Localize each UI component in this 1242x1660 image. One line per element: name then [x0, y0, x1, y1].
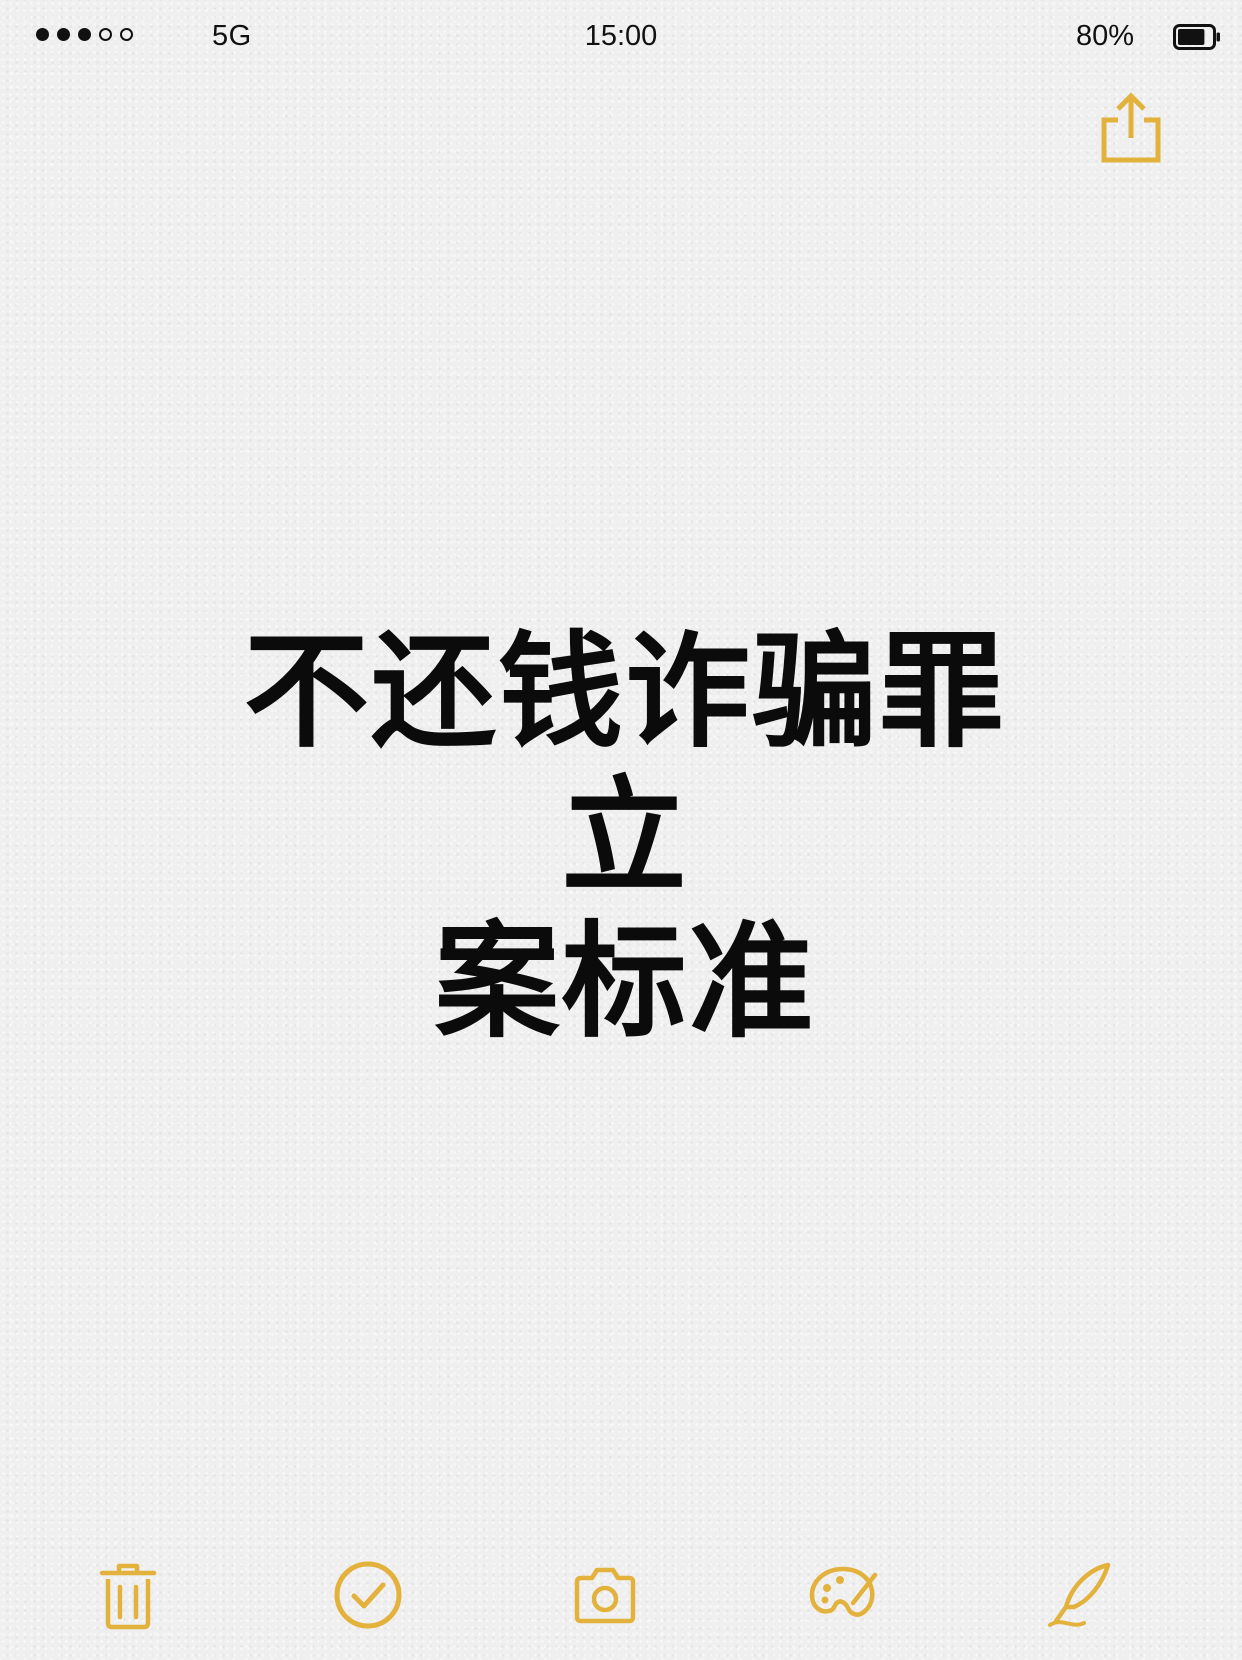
quill-pen-icon — [1048, 1562, 1111, 1627]
status-time: 15:00 — [584, 20, 658, 52]
compose-note-button[interactable] — [1042, 1555, 1122, 1635]
palette-icon — [809, 1566, 878, 1617]
camera-icon — [574, 1567, 636, 1624]
share-icon — [1101, 92, 1161, 163]
note-title[interactable]: 不还钱诈骗罪立 案标准 — [190, 620, 1060, 1055]
bottom-toolbar — [0, 1555, 1242, 1635]
markup-button[interactable] — [803, 1555, 883, 1635]
battery-percentage: 80% — [1076, 20, 1135, 52]
delete-note-button[interactable] — [88, 1555, 168, 1635]
battery-icon — [1173, 24, 1220, 50]
note-title-line-2: 案标准 — [434, 910, 816, 1055]
share-button[interactable] — [1096, 90, 1166, 164]
checklist-button[interactable] — [328, 1555, 408, 1635]
camera-button[interactable] — [565, 1555, 645, 1635]
trash-icon — [99, 1563, 157, 1630]
note-title-line-1: 不还钱诈骗罪立 — [244, 620, 1006, 910]
status-bar: 5G 15:00 80% — [0, 0, 1242, 76]
checklist-icon — [334, 1561, 402, 1629]
